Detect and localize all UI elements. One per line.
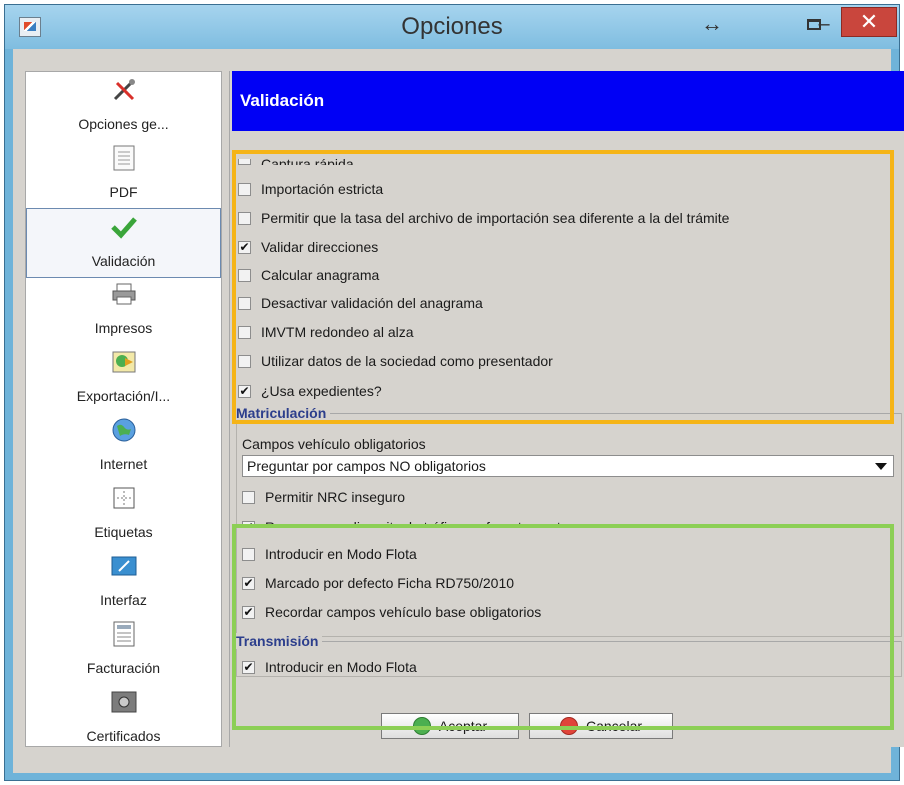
document-icon <box>110 144 138 172</box>
panel-header: Validación <box>232 71 904 131</box>
label-icon <box>110 484 138 512</box>
sidebar-item-etiquetas[interactable]: Etiquetas <box>26 480 221 550</box>
sidebar-item-label: Internet <box>99 456 148 472</box>
sidebar-item-label: Interfaz <box>100 592 147 608</box>
sidebar-item-label: Certificados <box>86 728 161 744</box>
sidebar-item-general[interactable]: Opciones ge... <box>26 72 221 142</box>
sidebar-item-validacion[interactable]: Validación <box>26 208 221 278</box>
printer-icon <box>110 280 138 308</box>
checkbox[interactable] <box>242 490 255 504</box>
title-bar: Opciones ↔ – ✕ <box>5 5 899 49</box>
sidebar-item-certificados[interactable]: Certificados <box>26 684 221 754</box>
move-icon[interactable]: ↔ <box>695 11 729 39</box>
sidebar-item-label: Facturación <box>86 660 161 676</box>
dropdown-value: Preguntar por campos NO obligatorios <box>247 458 486 474</box>
tools-icon <box>110 76 138 104</box>
sidebar-item-exportacion[interactable]: Exportación/I... <box>26 344 221 414</box>
sidebar-item-label: Validación <box>91 253 156 269</box>
highlight-box-green <box>232 524 894 730</box>
close-button[interactable]: ✕ <box>841 7 897 37</box>
sidebar-item-label: Opciones ge... <box>78 116 169 132</box>
campos-obligatorios-dropdown[interactable]: Preguntar por campos NO obligatorios <box>242 455 894 477</box>
sidebar-item-facturacion[interactable]: Facturación <box>26 616 221 686</box>
chevron-down-icon[interactable] <box>875 463 887 470</box>
option-permitir-nrc[interactable]: Permitir NRC inseguro <box>242 487 405 507</box>
export-icon <box>110 348 138 376</box>
sidebar-item-impresos[interactable]: Impresos <box>26 276 221 346</box>
campos-obligatorios-label: Campos vehículo obligatorios <box>242 434 426 454</box>
invoice-icon <box>110 620 138 648</box>
fields-label: Campos vehículo obligatorios <box>242 436 426 452</box>
option-label: Permitir NRC inseguro <box>265 489 406 505</box>
window-title: Opciones <box>401 13 503 40</box>
sidebar-item-interfaz[interactable]: Interfaz <box>26 548 221 618</box>
sidebar-item-internet[interactable]: Internet <box>26 412 221 482</box>
sidebar-item-pdf[interactable]: PDF <box>26 140 221 210</box>
maximize-button[interactable] <box>801 11 827 39</box>
panel-title: Validación <box>240 91 325 110</box>
interface-icon <box>110 552 138 580</box>
certificate-icon <box>110 688 138 716</box>
checkmark-icon <box>110 213 138 241</box>
sidebar-item-label: Exportación/I... <box>76 388 171 404</box>
globe-icon <box>110 416 138 444</box>
options-sidebar: Opciones ge... PDF Validación Impresos E… <box>25 71 222 747</box>
sidebar-item-label: PDF <box>109 184 138 200</box>
sidebar-item-label: Impresos <box>94 320 153 336</box>
highlight-box-orange <box>232 150 894 424</box>
sidebar-item-label: Etiquetas <box>94 524 153 540</box>
